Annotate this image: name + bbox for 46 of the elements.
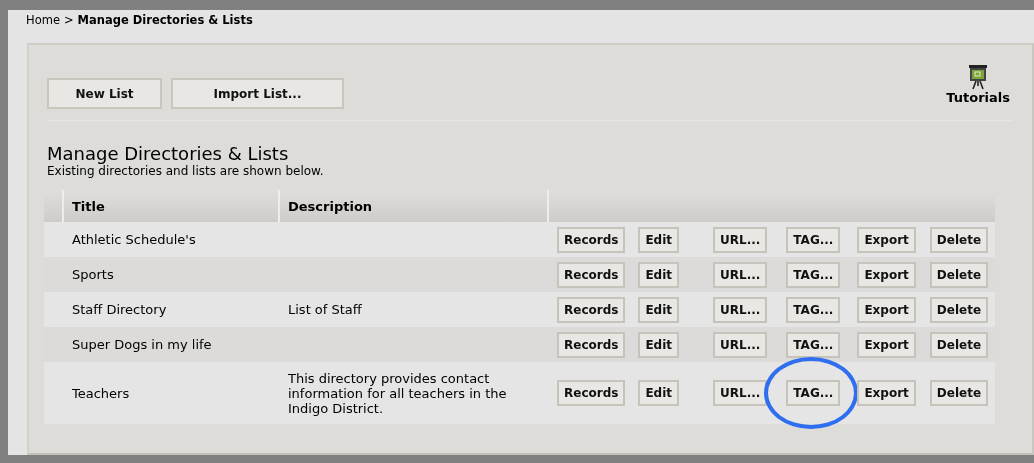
breadcrumb-current: Manage Directories & Lists <box>77 13 253 29</box>
row-action-button[interactable]: TAG... <box>786 296 841 323</box>
row-action-button[interactable]: Records <box>557 226 626 253</box>
row-action-button[interactable]: Records <box>557 380 626 406</box>
table-cell: Sports <box>72 267 114 282</box>
row-action-button[interactable]: URL... <box>713 380 768 406</box>
row-action-button[interactable]: Export <box>857 296 916 323</box>
breadcrumb-separator: > <box>63 13 74 29</box>
row-action-button[interactable]: Records <box>557 296 626 323</box>
toolbar-button[interactable]: Import List... <box>171 78 344 109</box>
table-cell: Super Dogs in my life <box>72 337 212 352</box>
row-action-button[interactable]: TAG... <box>786 380 841 406</box>
row-action-button[interactable]: Export <box>857 380 916 406</box>
row-action-button[interactable]: Records <box>557 261 626 288</box>
row-action-button[interactable]: Export <box>857 226 916 253</box>
row-action-button[interactable]: Edit <box>638 261 680 288</box>
home-link[interactable]: Home <box>26 13 60 43</box>
tutorials-link[interactable]: Tutorials <box>946 64 1010 105</box>
table-cell: List of Staff <box>288 302 362 317</box>
row-action-button[interactable]: Delete <box>929 226 989 253</box>
toolbar-button[interactable]: New List <box>47 78 162 109</box>
row-action-button[interactable]: Delete <box>929 261 989 288</box>
row-action-button[interactable]: Edit <box>638 226 680 253</box>
page-heading: Manage Directories & Lists <box>47 144 290 164</box>
row-action-button[interactable]: TAG... <box>786 226 841 253</box>
row-action-button[interactable]: URL... <box>713 331 768 358</box>
row-action-button[interactable]: Export <box>857 261 916 288</box>
table-cell: Staff Directory <box>72 302 167 317</box>
row-action-button[interactable]: URL... <box>713 261 768 288</box>
row-action-button[interactable]: Records <box>557 331 626 358</box>
table-cell: Teachers <box>72 385 130 401</box>
table-cell: Athletic Schedule's <box>72 232 196 247</box>
row-action-button[interactable]: Edit <box>638 380 680 406</box>
page-subtitle: Existing directories and lists are shown below. <box>47 164 325 178</box>
row-action-button[interactable]: TAG... <box>786 331 841 358</box>
row-action-button[interactable]: Delete <box>929 331 989 358</box>
row-action-button[interactable]: TAG... <box>786 261 841 288</box>
easel-icon <box>967 64 990 90</box>
table-cell-text: This directory provides contact information for all teachers in the Indigo District. <box>288 370 508 416</box>
row-action-button[interactable]: Export <box>857 331 916 358</box>
row-action-button[interactable]: URL... <box>713 296 768 323</box>
row-action-button[interactable]: Delete <box>929 296 989 323</box>
row-action-button[interactable]: URL... <box>713 226 768 253</box>
row-action-button[interactable]: Edit <box>638 296 680 323</box>
row-action-button[interactable]: Edit <box>638 331 680 358</box>
row-action-button[interactable]: Delete <box>929 380 989 406</box>
